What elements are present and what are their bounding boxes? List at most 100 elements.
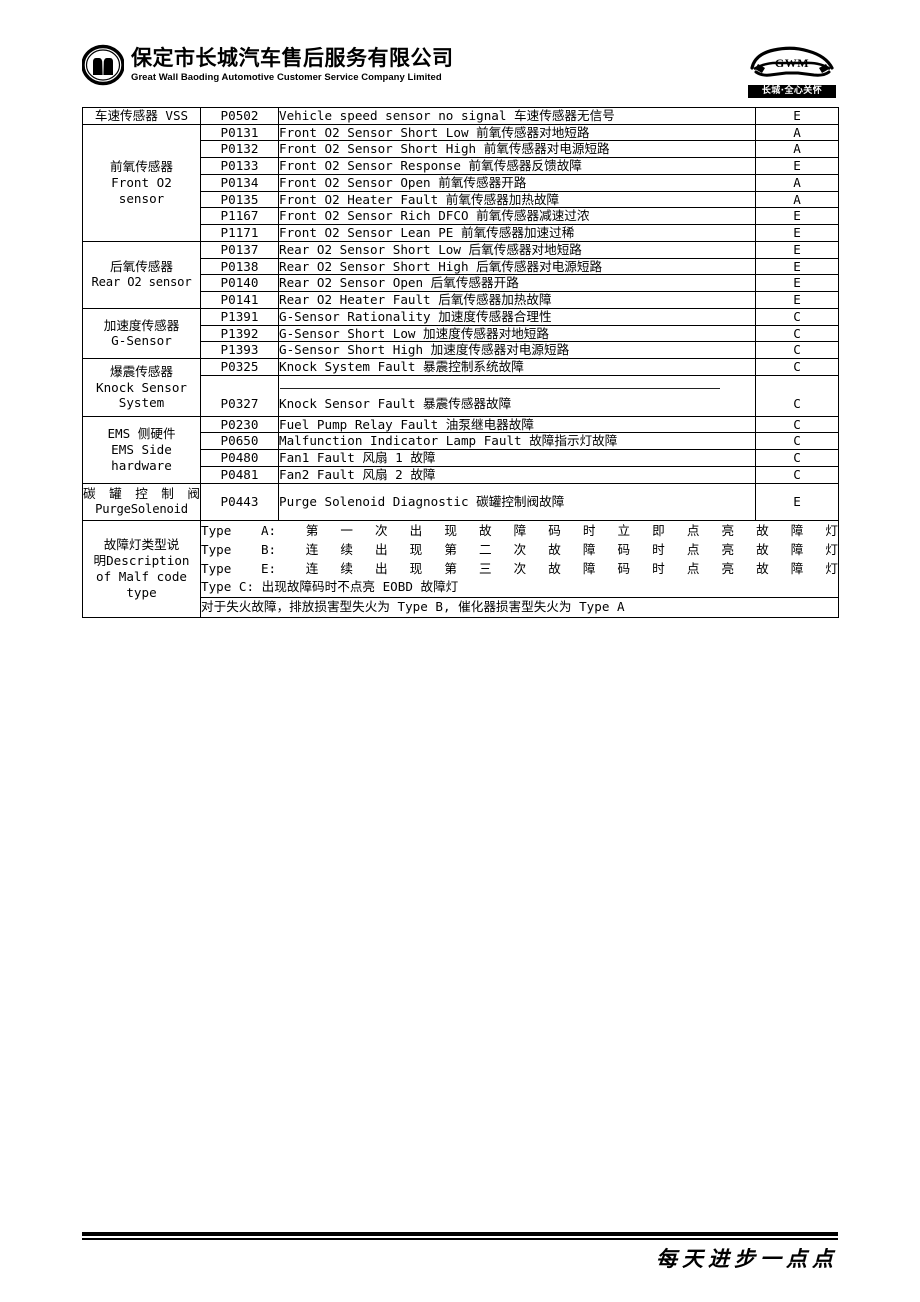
group-label-line: 加速度传感器 — [103, 317, 180, 333]
dtc-description: Purge Solenoid Diagnostic 碳罐控制阀故障 — [278, 482, 756, 521]
group-label-line: 车速传感器 VSS — [94, 108, 189, 123]
company-name-en: Great Wall Baoding Automotive Customer S… — [131, 71, 442, 83]
dtc-type: C — [755, 374, 839, 417]
dtc-description: Fan2 Fault 风扇 2 故障 — [278, 465, 756, 484]
table-row: 后氧传感器 Rear O2 sensor P0137 Rear O2 Senso… — [82, 240, 839, 309]
dtc-description: Rear O2 Sensor Short High 后氧传感器对电源短路 — [278, 257, 756, 276]
table-row: 爆震传感器 Knock Sensor System P0325 Knock Sy… — [82, 358, 839, 417]
legend-label-line: of Malf code — [96, 568, 187, 584]
legend-misfire-note: 对于失火故障，排放损害型失火为 Type B, 催化器损害型失火为 Type A — [201, 599, 625, 614]
group-label-line: Knock Sensor — [96, 379, 187, 395]
group-label-g-sensor: 加速度传感器 G-Sensor — [82, 307, 201, 360]
dtc-code: P0443 — [200, 482, 279, 521]
document-header: 保定市长城汽车售后服务有限公司 Great Wall Baoding Autom… — [81, 44, 838, 102]
legend-label-line: type — [126, 584, 157, 600]
group-label-line: hardware — [111, 457, 172, 473]
dtc-code: P0230 — [200, 415, 279, 434]
footer-rules — [82, 1232, 838, 1240]
dtc-type: E — [755, 257, 839, 276]
legend-label: 故障灯类型说 明Description of Malf code type — [82, 519, 201, 618]
group-label-knock: 爆震传感器 Knock Sensor System — [82, 358, 201, 417]
dtc-type: E — [755, 291, 839, 309]
dtc-description: Front O2 Sensor Short Low 前氧传感器对地短路 — [278, 123, 756, 142]
group-label-vss: 车速传感器 VSS — [82, 107, 201, 125]
dtc-code: P1393 — [200, 341, 279, 360]
dtc-description: Knock Sensor Fault 暴震传感器故障 — [278, 374, 756, 417]
group-label-line: G-Sensor — [111, 333, 172, 349]
company-name-cn: 保定市长城汽车售后服务有限公司 — [131, 45, 454, 70]
dtc-description: Front O2 Sensor Rich DFCO 前氧传感器减速过浓 — [278, 207, 756, 226]
dtc-type: C — [755, 358, 839, 376]
dtc-description: Front O2 Sensor Lean PE 前氧传感器加速过稀 — [278, 224, 756, 242]
dtc-code: P1391 — [200, 307, 279, 326]
group-label-line: sensor — [118, 190, 165, 206]
table-row: 加速度传感器 G-Sensor P1391 G-Sensor Rationali… — [82, 307, 839, 360]
group-label-line: 爆震传感器 — [110, 363, 173, 379]
table-row: 碳罐控制阀 PurgeSolenoid P0443 Purge Solenoid… — [82, 482, 839, 521]
dtc-description: Front O2 Sensor Short High 前氧传感器对电源短路 — [278, 140, 756, 159]
group-label-line: Front O2 — [111, 174, 172, 190]
legend-types-cell: Type A: 第一次出现故障码时立即点亮故障灯 Type B: 连续出现第二次… — [200, 519, 839, 599]
gwm-tagline-strip: 长城·全心关怀 — [748, 85, 836, 98]
dtc-type: C — [755, 465, 839, 484]
dtc-code: P0502 — [200, 107, 279, 125]
dtc-description: Rear O2 Heater Fault 后氧传感器加热故障 — [278, 291, 756, 309]
dtc-type: E — [755, 240, 839, 259]
dtc-code: P0138 — [200, 257, 279, 276]
group-label-front-o2: 前氧传感器 Front O2 sensor — [82, 123, 201, 242]
dtc-type: E — [755, 274, 839, 293]
legend-label-line: 明Description — [93, 553, 190, 569]
dtc-code: P0327 — [200, 374, 279, 417]
dtc-description: Knock System Fault 暴震控制系统故障 — [278, 358, 756, 376]
dtc-type: C — [755, 415, 839, 434]
dtc-type: C — [755, 432, 839, 451]
dtc-code: P0141 — [200, 291, 279, 309]
dtc-type: C — [755, 341, 839, 360]
table-row: EMS 侧硬件 EMS Side hardware P0230 Fuel Pum… — [82, 415, 839, 484]
dtc-type: E — [755, 107, 839, 125]
dtc-type: E — [755, 207, 839, 226]
dtc-description: G-Sensor Short Low 加速度传感器对地短路 — [278, 324, 756, 343]
dtc-description: G-Sensor Short High 加速度传感器对电源短路 — [278, 341, 756, 360]
dtc-code: P0481 — [200, 465, 279, 484]
footer-rule-thin — [82, 1238, 838, 1240]
dtc-code: P0650 — [200, 432, 279, 451]
dtc-code: P1167 — [200, 207, 279, 226]
dtc-type: C — [755, 449, 839, 467]
dtc-code: P1171 — [200, 224, 279, 242]
group-label-line: PurgeSolenoid — [95, 501, 188, 516]
dtc-code: P0325 — [200, 358, 279, 376]
table-row: 前氧传感器 Front O2 sensor P0131 Front O2 Sen… — [82, 123, 839, 242]
group-label-line: System — [118, 395, 165, 411]
dtc-type: A — [755, 190, 839, 209]
legend-type-c: Type C: 出现故障码时不点亮 EOBD 故障灯 — [201, 579, 459, 595]
group-label-line: EMS Side — [111, 441, 172, 457]
dtc-description: Front O2 Sensor Open 前氧传感器开路 — [278, 173, 756, 192]
group-label-line: 碳罐控制阀 — [83, 486, 200, 502]
dtc-table: 车速传感器 VSS P0502 Vehicle speed sensor no … — [82, 107, 839, 618]
group-label-line: Rear O2 sensor — [91, 275, 192, 290]
dtc-description: Vehicle speed sensor no signal 车速传感器无信号 — [278, 107, 756, 125]
dtc-code: P0135 — [200, 190, 279, 209]
dtc-code: P0137 — [200, 240, 279, 259]
dtc-type: E — [755, 157, 839, 175]
document-page: 保定市长城汽车售后服务有限公司 Great Wall Baoding Autom… — [0, 0, 920, 1302]
table-row: 车速传感器 VSS P0502 Vehicle speed sensor no … — [82, 107, 839, 125]
dtc-code: P0134 — [200, 173, 279, 192]
dtc-type: A — [755, 123, 839, 142]
group-label-ems: EMS 侧硬件 EMS Side hardware — [82, 415, 201, 484]
dtc-code: P0480 — [200, 449, 279, 467]
dtc-code: P0132 — [200, 140, 279, 159]
dtc-type: A — [755, 140, 839, 159]
group-label-purge: 碳罐控制阀 PurgeSolenoid — [82, 482, 201, 521]
group-label-line: 前氧传感器 — [110, 159, 173, 175]
gwm-wordmark: GWM — [774, 56, 810, 70]
legend-type-a: Type A: 第一次出现故障码时立即点亮故障灯 — [201, 522, 838, 538]
group-label-line: EMS 侧硬件 — [107, 426, 176, 442]
dtc-code: P0133 — [200, 157, 279, 175]
dtc-code: P0140 — [200, 274, 279, 293]
dtc-type: A — [755, 173, 839, 192]
company-name-block: 保定市长城汽车售后服务有限公司 Great Wall Baoding Autom… — [131, 45, 454, 83]
legend-type-b: Type B: 连续出现第二次故障码时点亮故障灯 — [201, 541, 838, 557]
dtc-description: Fan1 Fault 风扇 1 故障 — [278, 449, 756, 467]
